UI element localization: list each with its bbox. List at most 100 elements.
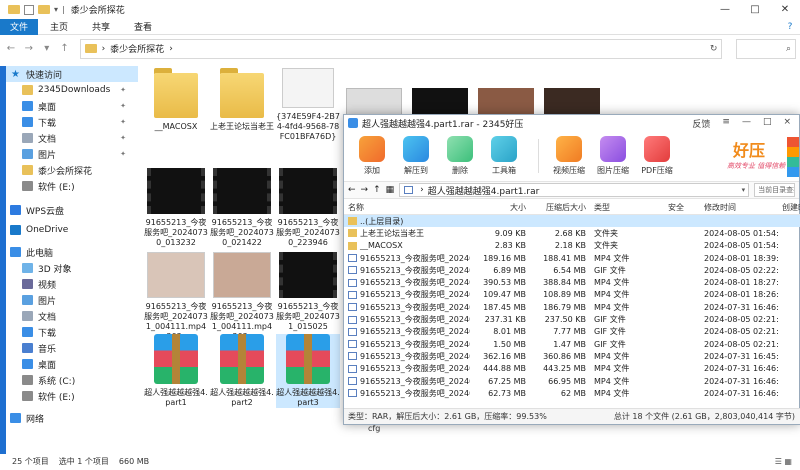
sidebar-item[interactable]: 图片 ✦ (0, 146, 138, 162)
row-size: 189.16 MB (483, 253, 526, 263)
table-row[interactable]: 91655213_今夜服务吧_20240... 8.01 MB 7.77 MB GIF… (344, 326, 800, 338)
file-tile[interactable]: 91655213_今夜服务吧_20240730_013232 (144, 168, 208, 248)
table-row[interactable]: 91655213_今夜服务吧_20240... 6.89 MB 6.54 MB GIF… (344, 264, 800, 276)
sidebar-item[interactable]: 下载 ✦ (0, 114, 138, 130)
sidebar-item[interactable]: ★ 快速访问 (0, 66, 138, 82)
file-tile[interactable]: 超人强越越越强4.part3 (276, 334, 340, 408)
sidebar-item[interactable]: 此电脑 (0, 244, 138, 260)
refresh-icon[interactable]: ↻ (710, 44, 718, 54)
sidebar-item[interactable]: 3D 对象 (0, 260, 138, 276)
close-button[interactable]: × (783, 117, 791, 130)
recent-locations-button[interactable]: ▾ (40, 43, 54, 54)
up-button[interactable]: ↑ (373, 185, 381, 195)
sidebar-item[interactable]: 网络 (0, 410, 138, 426)
maximize-button[interactable]: □ (740, 0, 770, 19)
column-name[interactable]: 名称 (344, 202, 470, 213)
sidebar-item[interactable]: 视频 (0, 276, 138, 292)
sidebar-item[interactable]: 软件 (E:) (0, 388, 138, 404)
minimize-button[interactable]: — (710, 0, 740, 19)
sidebar-item[interactable]: WPS云盘 (0, 202, 138, 218)
column-size[interactable]: 大小 (470, 202, 530, 213)
maximize-button[interactable]: □ (763, 117, 772, 130)
column-created[interactable]: 创建时 (778, 202, 800, 213)
minimize-button[interactable]: — (742, 117, 751, 130)
close-button[interactable]: ✕ (770, 0, 800, 19)
table-row[interactable]: 91655213_今夜服务吧_20240... 67.25 MB 66.95 MB M… (344, 375, 800, 387)
sidebar-item[interactable]: 软件 (E:) (0, 178, 138, 194)
new-folder-icon[interactable] (38, 5, 50, 14)
archive-search-input[interactable]: 当前目录查找(支持包含查找) (754, 183, 795, 197)
file-tile[interactable]: 91655213_今夜服务吧_20240731_004111.mp4_202..… (210, 252, 274, 342)
tab-share[interactable]: 共享 (80, 20, 122, 33)
tab-file[interactable]: 文件 (0, 18, 38, 35)
archive-path-bar[interactable]: › 超人强越越越强4.part1.rar ▾ (399, 183, 750, 197)
table-row[interactable]: ..(上层目录) (344, 215, 800, 228)
brand-stripe-icon (787, 137, 799, 177)
sidebar-item[interactable]: 桌面 ✦ (0, 98, 138, 114)
sidebar-item[interactable]: 黍少会所探花 (0, 162, 138, 178)
table-row[interactable]: 91655213_今夜服务吧_20240... 189.16 MB 188.41 M… (344, 252, 800, 264)
help-icon[interactable]: ? (780, 19, 800, 35)
address-segment[interactable]: 黍少会所探花 (110, 42, 164, 55)
video-compress-button[interactable]: 视频压缩 (549, 136, 589, 176)
table-row[interactable]: 91655213_今夜服务吧_20240... 362.16 MB 360.86 M… (344, 350, 800, 362)
file-tile[interactable]: 91655213_今夜服务吧_20240731_004111.mp4_202..… (144, 252, 208, 342)
row-packed-size: 1.47 MB (553, 339, 586, 349)
extract-to-button[interactable]: 解压到 (396, 136, 436, 176)
file-tile[interactable]: 超人强越越越强4.part1 (144, 334, 208, 408)
back-button[interactable]: ← (4, 43, 18, 54)
file-tile[interactable]: 91655213_今夜服务吧_20240730_021422 (210, 168, 274, 248)
up-button[interactable]: ↑ (58, 43, 72, 54)
table-row[interactable]: 91655213_今夜服务吧_20240... 109.47 MB 108.89 M… (344, 289, 800, 301)
search-input[interactable]: ⌕ (736, 38, 796, 59)
sidebar-item[interactable]: 桌面 (0, 356, 138, 372)
column-modified[interactable]: 修改时间 (700, 202, 778, 213)
file-tile[interactable]: 超人强越越越强4.part2 (210, 334, 274, 408)
add-button[interactable]: 添加 (352, 136, 392, 176)
properties-icon[interactable] (24, 4, 34, 15)
pdf-compress-button[interactable]: PDF压缩 (637, 136, 677, 176)
table-row[interactable]: 上老王论坛当老王 9.09 KB 2.68 KB 文件夹 2024-08-05 01:5… (344, 227, 800, 239)
forward-button[interactable]: → (22, 43, 36, 54)
sidebar-item[interactable]: 下载 (0, 324, 138, 340)
column-security[interactable]: 安全 (664, 202, 700, 213)
forward-button[interactable]: → (361, 185, 369, 195)
table-row[interactable]: 91655213_今夜服务吧_20240... 62.73 MB 62 MB MP4 … (344, 387, 800, 399)
sidebar-item-label: 桌面 (38, 102, 57, 113)
column-type[interactable]: 类型 (590, 202, 664, 213)
table-row[interactable]: __MACOSX 2.83 KB 2.18 KB 文件夹 2024-08-05 01:5… (344, 240, 800, 252)
back-button[interactable]: ← (348, 185, 356, 195)
archive-path[interactable]: 超人强越越越强4.part1.rar (428, 184, 540, 197)
table-row[interactable]: 91655213_今夜服务吧_20240... 187.45 MB 186.79 M… (344, 301, 800, 313)
chevron-down-icon[interactable]: ▾ (54, 5, 58, 14)
sidebar-item[interactable]: 图片 (0, 292, 138, 308)
sidebar-item[interactable]: 文档 ✦ (0, 130, 138, 146)
toolbox-button[interactable]: 工具箱 (484, 136, 524, 176)
tab-home[interactable]: 主页 (38, 20, 80, 33)
file-tile[interactable]: __MACOSX (144, 68, 208, 132)
chevron-down-icon[interactable]: ▾ (742, 186, 749, 194)
view-toggle-icons[interactable]: ☰ ▦ (775, 457, 792, 466)
sidebar-item[interactable]: OneDrive (0, 222, 138, 238)
table-row[interactable]: 91655213_今夜服务吧_20240... 1.50 MB 1.47 MB GIF… (344, 338, 800, 350)
table-row[interactable]: 91655213_今夜服务吧_20240... 444.88 MB 443.25 M… (344, 363, 800, 375)
sidebar-item[interactable]: 文档 (0, 308, 138, 324)
sidebar-item[interactable]: 2345Downloads ✦ (0, 82, 138, 98)
table-row[interactable]: 91655213_今夜服务吧_20240... 237.31 KB 237.50 K… (344, 313, 800, 325)
feedback-button[interactable]: 反馈 (692, 117, 710, 130)
view-button[interactable]: ▦ (386, 185, 395, 195)
address-bar[interactable]: › 黍少会所探花 › ↻ (79, 38, 723, 59)
file-tile[interactable]: {374E59F4-2B74-4fd4-9568-78FC01BFA76D} (276, 68, 340, 142)
file-tile[interactable]: 上老王论坛当老王 (210, 68, 274, 132)
row-modified: 2024-08-05 02:21:... (704, 315, 778, 325)
table-row[interactable]: 91655213_今夜服务吧_20240... 390.53 MB 388.84 M… (344, 276, 800, 288)
file-tile[interactable]: 91655213_今夜服务吧_20240731_015025 (276, 252, 340, 332)
tab-view[interactable]: 查看 (122, 20, 164, 33)
menu-button[interactable]: ≡ (722, 117, 730, 130)
sidebar-item[interactable]: 系统 (C:) (0, 372, 138, 388)
sidebar-item[interactable]: 音乐 (0, 340, 138, 356)
delete-button[interactable]: 删除 (440, 136, 480, 176)
image-compress-button[interactable]: 图片压缩 (593, 136, 633, 176)
column-packed-size[interactable]: 压缩后大小 (530, 202, 590, 213)
file-tile[interactable]: 91655213_今夜服务吧_20240730_223946 (276, 168, 340, 248)
